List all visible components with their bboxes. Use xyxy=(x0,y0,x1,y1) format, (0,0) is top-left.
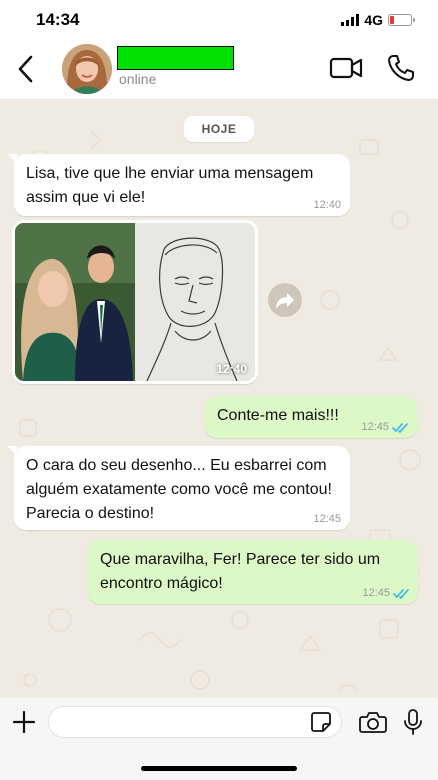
read-receipt-icon xyxy=(393,589,409,599)
signal-icon xyxy=(341,14,360,26)
bubble-tail xyxy=(417,422,427,434)
message-text: Que maravilha, Fer! Parece ter sido um e… xyxy=(100,551,381,592)
camera-icon[interactable] xyxy=(359,710,387,734)
forward-button[interactable] xyxy=(268,283,302,317)
plus-icon[interactable] xyxy=(12,710,36,734)
microphone-icon[interactable] xyxy=(403,708,423,736)
date-chip: HOJE xyxy=(184,116,254,142)
status-bar: 14:34 4G xyxy=(0,0,438,40)
message-text: O cara do seu desenho... Eu esbarrei com… xyxy=(26,457,332,522)
phone-icon[interactable] xyxy=(386,53,416,83)
message-time: 12:45 xyxy=(361,421,389,433)
incoming-photo-message[interactable]: 12:40 xyxy=(12,220,258,384)
outgoing-message[interactable]: Conte-me mais!!! 12:45 xyxy=(205,396,417,438)
network-type: 4G xyxy=(364,12,383,28)
message-time: 12:45 xyxy=(362,587,390,599)
incoming-message[interactable]: Lisa, tive que lhe enviar uma mensagem a… xyxy=(14,154,350,216)
message-input-bar xyxy=(0,698,438,780)
photo-time: 12:40 xyxy=(216,362,247,376)
forward-icon xyxy=(276,293,294,309)
video-call-icon[interactable] xyxy=(329,55,363,81)
chat-area[interactable]: HOJE Lisa, tive que lhe enviar uma mensa… xyxy=(0,100,438,698)
chat-header: online xyxy=(0,40,438,100)
outgoing-message[interactable]: Que maravilha, Fer! Parece ter sido um e… xyxy=(88,540,418,604)
back-chevron-icon[interactable] xyxy=(14,54,38,84)
battery-level xyxy=(390,16,395,24)
photo-collage[interactable]: 12:40 xyxy=(15,223,255,381)
status-indicators: 4G xyxy=(341,12,415,28)
status-time: 14:34 xyxy=(36,10,80,29)
incoming-message[interactable]: O cara do seu desenho... Eu esbarrei com… xyxy=(14,446,350,530)
message-input[interactable] xyxy=(48,706,342,738)
message-time: 12:45 xyxy=(313,513,341,525)
sticker-icon[interactable] xyxy=(310,711,332,733)
home-indicator xyxy=(141,766,297,771)
read-receipt-icon xyxy=(392,423,408,433)
contact-status: online xyxy=(119,71,157,87)
message-text: Lisa, tive que lhe enviar uma mensagem a… xyxy=(26,165,314,206)
message-time: 12:40 xyxy=(313,199,341,211)
battery-icon xyxy=(388,14,415,26)
avatar[interactable] xyxy=(62,44,112,94)
couple-photo-and-sketch-image xyxy=(15,223,255,381)
contact-name[interactable] xyxy=(117,46,234,70)
